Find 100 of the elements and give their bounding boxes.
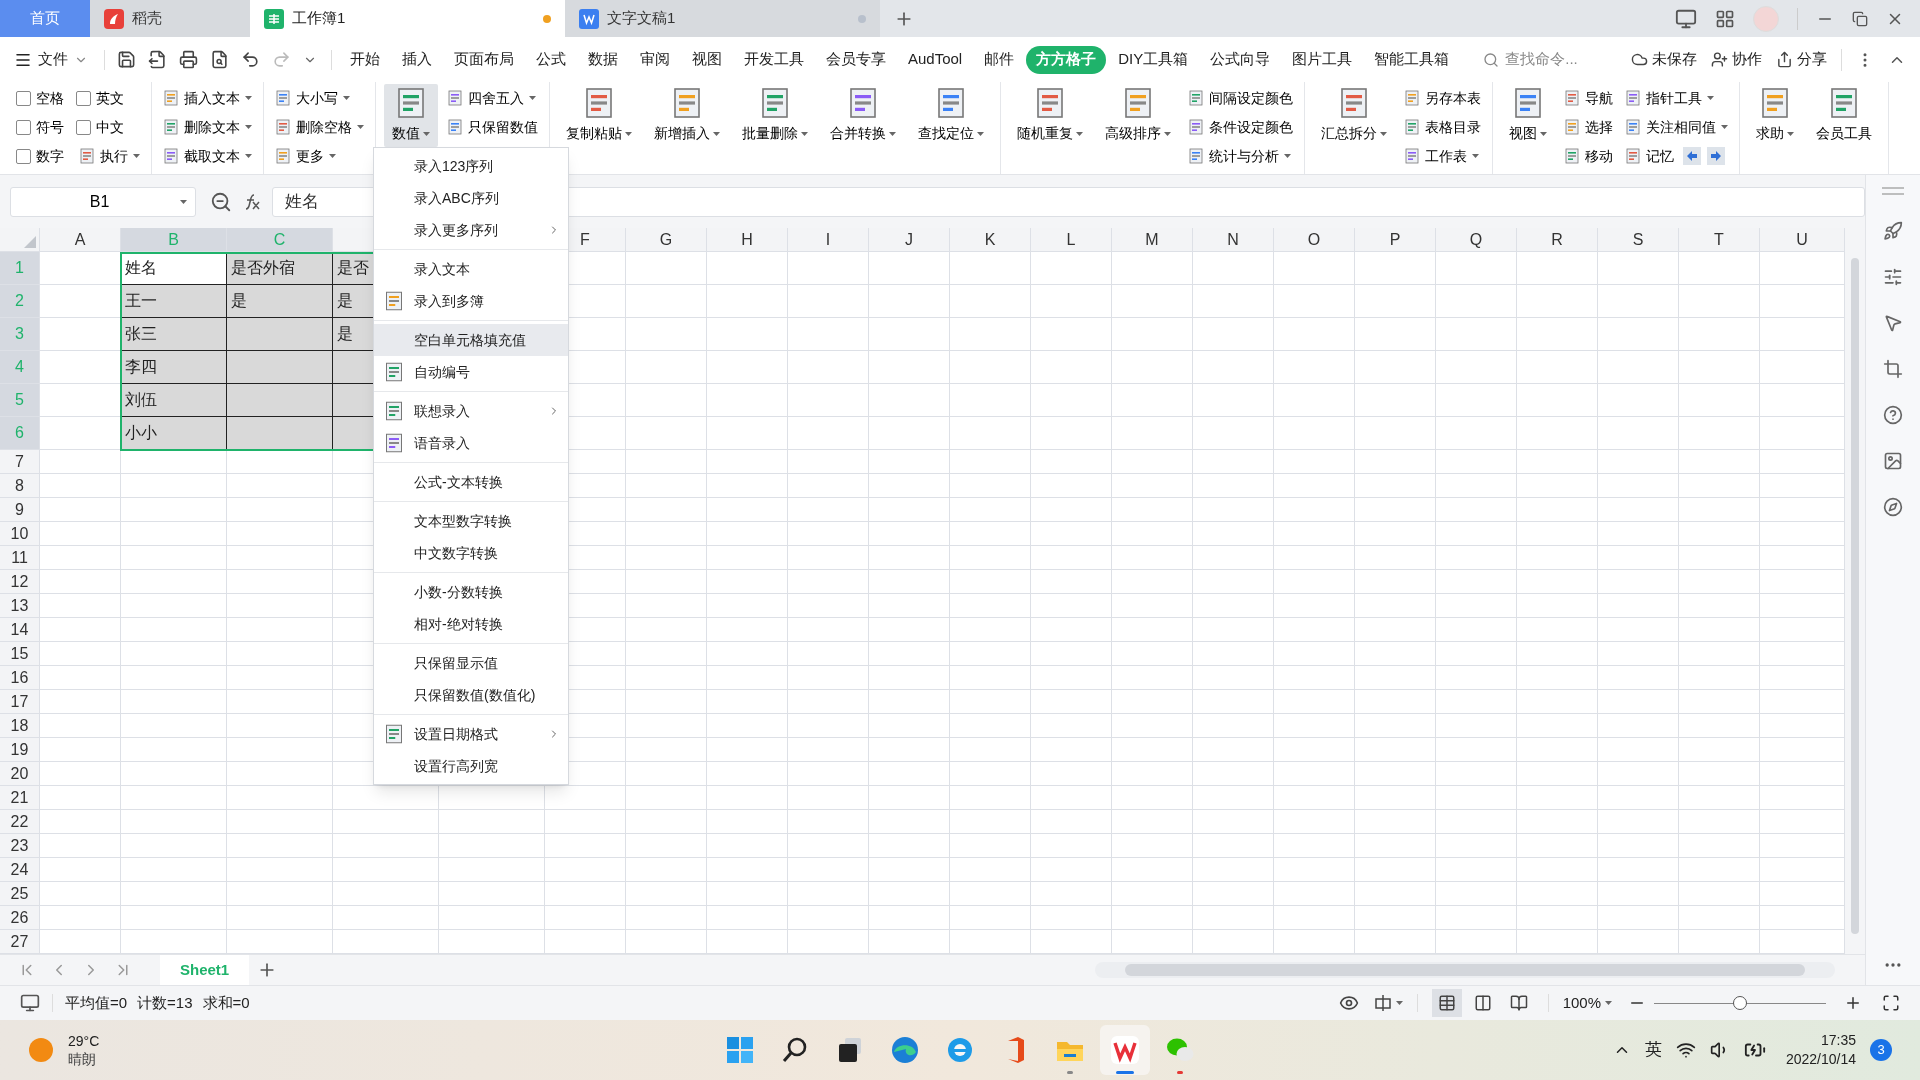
ribbon-button[interactable]: 数值 xyxy=(384,84,438,147)
row-header[interactable]: 21 xyxy=(0,786,40,810)
ribbon-button[interactable]: 查找定位 xyxy=(910,84,992,147)
row-header[interactable]: 19 xyxy=(0,738,40,762)
action-button[interactable]: 分享 xyxy=(1776,48,1827,71)
document-tab[interactable]: 工作簿1 xyxy=(250,0,565,37)
preview-icon[interactable] xyxy=(210,50,229,69)
arrow-right-icon[interactable] xyxy=(1707,147,1725,165)
menu-item[interactable]: 只保留显示值 xyxy=(374,647,568,679)
row-header[interactable]: 16 xyxy=(0,666,40,690)
ribbon-button[interactable]: 指针工具 xyxy=(1622,84,1731,112)
menu-tab[interactable]: 页面布局 xyxy=(444,45,524,74)
row-header[interactable]: 8 xyxy=(0,474,40,498)
column-header[interactable]: R xyxy=(1517,228,1598,252)
undo-icon[interactable] xyxy=(241,50,260,69)
zoom-slider[interactable] xyxy=(1654,996,1826,1010)
ribbon-button[interactable]: 截取文本 xyxy=(160,142,255,170)
ribbon-button[interactable]: 执行 xyxy=(76,142,143,170)
menu-item[interactable]: 中文数字转换 xyxy=(374,537,568,569)
checkbox-option[interactable]: 空格 xyxy=(16,84,70,112)
ribbon-button[interactable]: 随机重复 xyxy=(1009,84,1091,147)
notification-badge[interactable]: 3 xyxy=(1870,1039,1892,1061)
menu-tab[interactable]: AudTool xyxy=(898,45,973,74)
ribbon-button[interactable]: 只保留数值 xyxy=(444,113,541,141)
checkbox-option[interactable]: 英文 xyxy=(76,84,143,112)
ribbon-button[interactable]: 批量删除 xyxy=(734,84,816,147)
sliders-icon[interactable] xyxy=(1883,267,1903,287)
column-header[interactable]: I xyxy=(788,228,869,252)
menu-tab[interactable]: DIY工具箱 xyxy=(1108,45,1199,74)
ribbon-button[interactable]: 删除文本 xyxy=(160,113,255,141)
column-header[interactable]: N xyxy=(1193,228,1274,252)
menu-tab[interactable]: 会员专享 xyxy=(816,45,896,74)
action-button[interactable]: 未保存 xyxy=(1631,48,1697,71)
column-header[interactable]: M xyxy=(1112,228,1193,252)
ribbon-button[interactable]: 插入文本 xyxy=(160,84,255,112)
menu-tab[interactable]: 图片工具 xyxy=(1282,45,1363,74)
ribbon-button[interactable]: 大小写 xyxy=(272,84,367,112)
row-header[interactable]: 23 xyxy=(0,834,40,858)
action-button[interactable]: 协作 xyxy=(1711,48,1762,71)
ribbon-button[interactable]: 汇总拆分 xyxy=(1313,84,1395,147)
compass-icon[interactable] xyxy=(1883,497,1903,517)
ribbon-button[interactable]: 间隔设定颜色 xyxy=(1185,84,1296,112)
ribbon-button[interactable]: 移动 xyxy=(1561,142,1616,170)
ribbon-button[interactable]: 表格目录 xyxy=(1401,113,1484,141)
menu-item[interactable]: 空白单元格填充值 xyxy=(374,324,568,356)
pointer-icon[interactable] xyxy=(1883,313,1903,333)
column-header[interactable]: A xyxy=(40,228,121,252)
menu-tab[interactable]: 数据 xyxy=(578,45,628,74)
ribbon-button[interactable]: 视图 xyxy=(1501,84,1555,147)
arrow-left-icon[interactable] xyxy=(1683,147,1701,165)
menu-item[interactable]: 录入123序列 xyxy=(374,150,568,182)
ribbon-button[interactable]: 新增插入 xyxy=(646,84,728,147)
row-header[interactable]: 20 xyxy=(0,762,40,786)
column-header[interactable]: T xyxy=(1679,228,1760,252)
horizontal-scrollbar[interactable] xyxy=(1095,962,1835,978)
menu-tab[interactable]: 智能工具箱 xyxy=(1364,45,1460,74)
fullscreen-icon[interactable] xyxy=(1882,994,1900,1012)
row-header[interactable]: 10 xyxy=(0,522,40,546)
zoom-in-icon[interactable] xyxy=(1844,994,1862,1012)
image-icon[interactable] xyxy=(1883,451,1903,471)
row-header[interactable]: 17 xyxy=(0,690,40,714)
row-header[interactable]: 22 xyxy=(0,810,40,834)
ribbon-button[interactable]: 四舍五入 xyxy=(444,84,541,112)
column-header[interactable]: U xyxy=(1760,228,1845,252)
document-tab[interactable]: 稻壳 xyxy=(90,0,250,37)
row-header[interactable]: 27 xyxy=(0,930,40,954)
zoom-out-icon[interactable] xyxy=(210,190,232,213)
monitor-icon[interactable] xyxy=(20,993,40,1013)
menu-tab[interactable]: 邮件 xyxy=(974,45,1025,74)
ribbon-button[interactable]: 复制粘贴 xyxy=(558,84,640,147)
ribbon-button[interactable]: 工作表 xyxy=(1401,142,1484,170)
ribbon-button[interactable]: 删除空格 xyxy=(272,113,367,141)
ribbon-button[interactable]: 高级排序 xyxy=(1097,84,1179,147)
menu-item[interactable]: 语音录入 xyxy=(374,427,568,459)
crop-icon[interactable] xyxy=(1883,359,1903,379)
ribbon-button[interactable]: 导航 xyxy=(1561,84,1616,112)
column-header[interactable]: H xyxy=(707,228,788,252)
column-header[interactable]: O xyxy=(1274,228,1355,252)
vertical-scrollbar[interactable] xyxy=(1845,228,1865,954)
ribbon-button[interactable]: 会员工具 xyxy=(1808,84,1880,147)
ribbon-button[interactable]: 更多 xyxy=(272,142,367,170)
menu-item[interactable]: 小数-分数转换 xyxy=(374,576,568,608)
column-header[interactable]: S xyxy=(1598,228,1679,252)
column-header[interactable]: L xyxy=(1031,228,1112,252)
layout-button[interactable] xyxy=(1372,993,1403,1013)
help-icon[interactable] xyxy=(1883,405,1903,425)
view-button[interactable] xyxy=(1431,989,1462,1017)
column-header[interactable]: K xyxy=(950,228,1031,252)
column-header[interactable]: G xyxy=(626,228,707,252)
ribbon-button[interactable]: 记忆 xyxy=(1622,142,1677,170)
menu-tab[interactable]: 公式向导 xyxy=(1200,45,1281,74)
ribbon-button[interactable]: 统计与分析 xyxy=(1185,142,1296,170)
document-tab[interactable]: 文字文稿1 xyxy=(565,0,880,37)
zoom-button[interactable]: 100% xyxy=(1562,991,1612,1015)
column-header[interactable]: P xyxy=(1355,228,1436,252)
menu-item[interactable]: 公式-文本转换 xyxy=(374,466,568,498)
row-header[interactable]: 13 xyxy=(0,594,40,618)
checkbox-option[interactable]: 数字 xyxy=(16,142,70,170)
restore-icon[interactable] xyxy=(1852,10,1868,27)
menu-tab[interactable]: 开始 xyxy=(340,45,390,74)
